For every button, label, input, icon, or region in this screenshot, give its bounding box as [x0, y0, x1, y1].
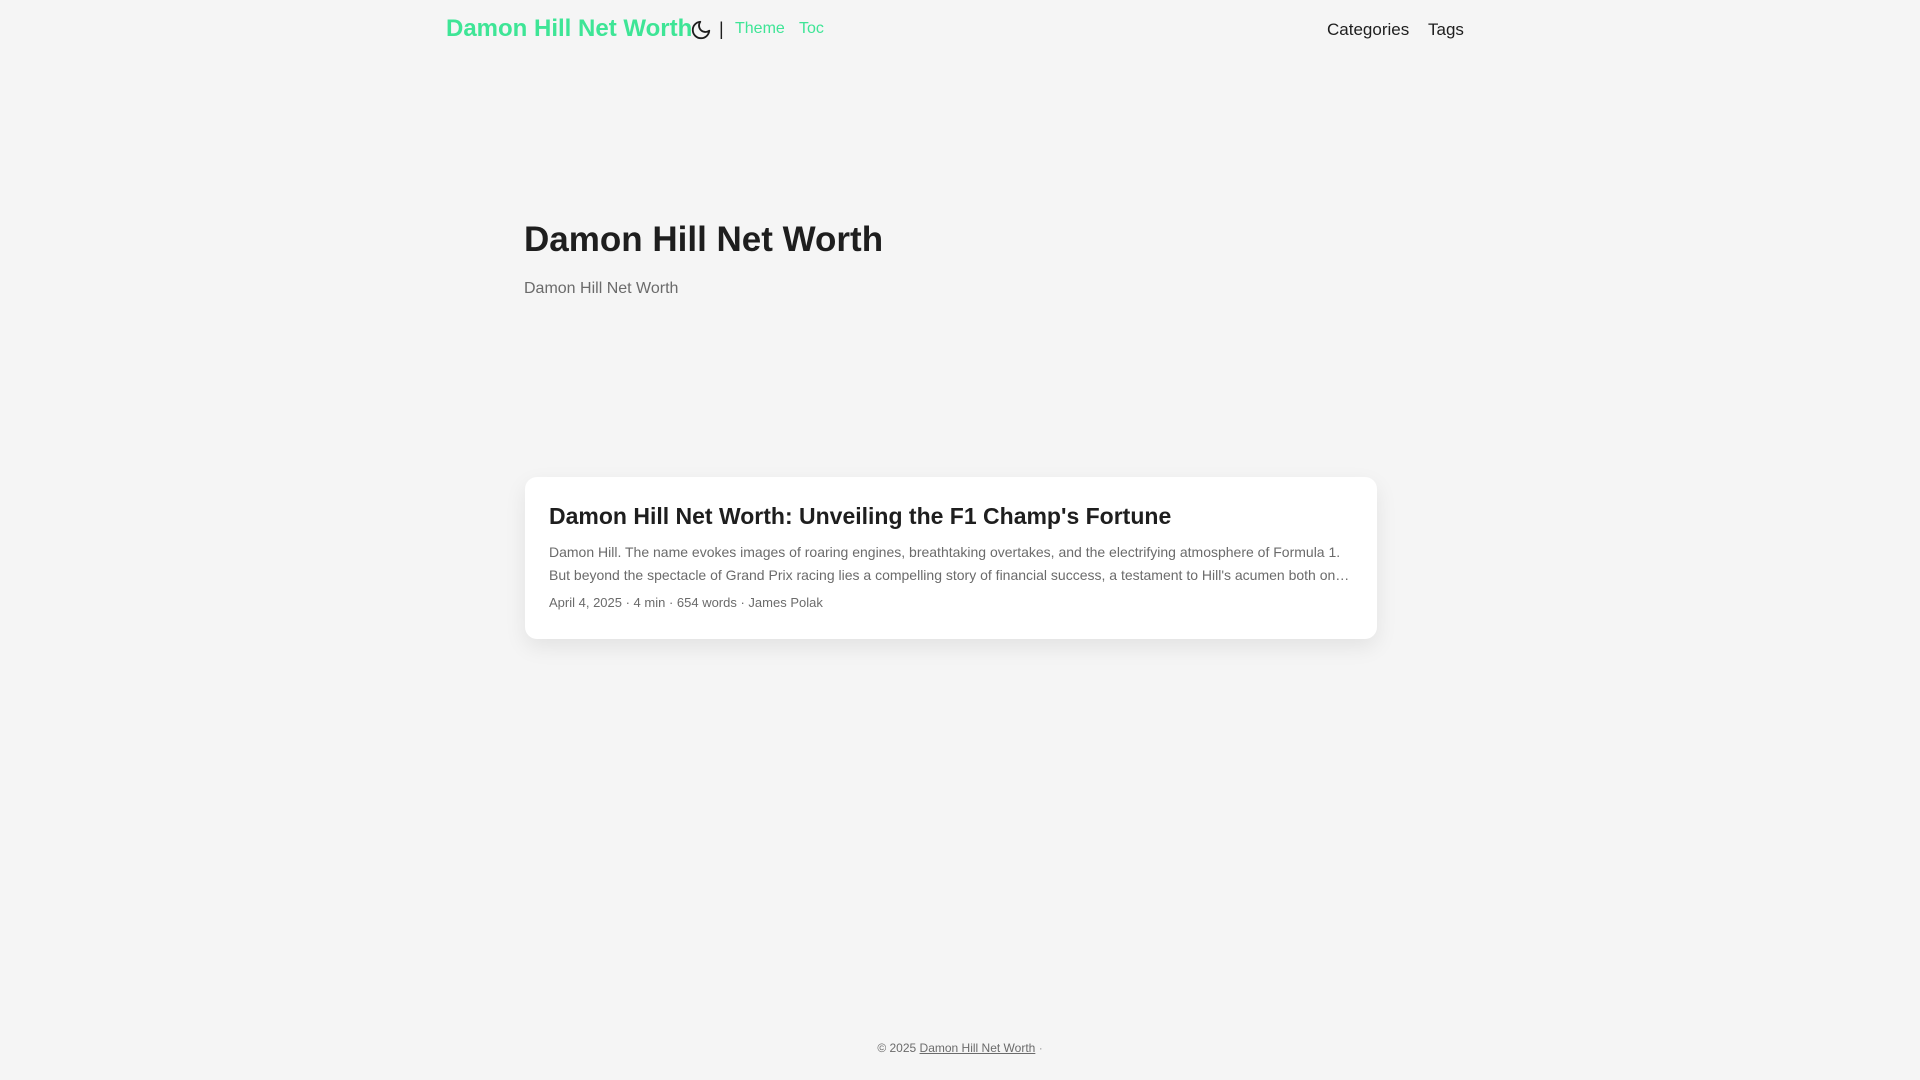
post-excerpt: Damon Hill. The name evokes images of ro…: [549, 544, 1341, 583]
copyright-text: © 2025: [877, 1041, 917, 1055]
footer-site-link[interactable]: Damon Hill Net Worth: [920, 1041, 1036, 1055]
site-footer: © 2025 Damon Hill Net Worth ·: [0, 1041, 1920, 1055]
theme-link[interactable]: Theme: [735, 20, 785, 38]
nav-tags-link[interactable]: Tags: [1428, 20, 1464, 40]
nav-categories-link[interactable]: Categories: [1327, 20, 1409, 40]
post-title[interactable]: Damon Hill Net Worth: Unveiling the F1 C…: [549, 501, 1353, 531]
page-title: Damon Hill Net Worth: [524, 220, 884, 259]
post-meta: April 4, 2025 · 4 min · 654 words · Jame…: [549, 595, 823, 610]
page-subtitle: Damon Hill Net Worth: [524, 280, 679, 297]
site-logo-link[interactable]: Damon Hill Net Worth: [446, 15, 692, 43]
header-separator: |: [719, 19, 724, 39]
site-header: Damon Hill Net Worth | Theme Toc Categor…: [0, 0, 1920, 60]
footer-dot: ·: [1038, 1041, 1043, 1055]
toc-link[interactable]: Toc: [799, 20, 824, 38]
post-card[interactable]: Damon Hill Net Worth: Unveiling the F1 C…: [525, 477, 1377, 639]
moon-icon[interactable]: [690, 19, 712, 41]
